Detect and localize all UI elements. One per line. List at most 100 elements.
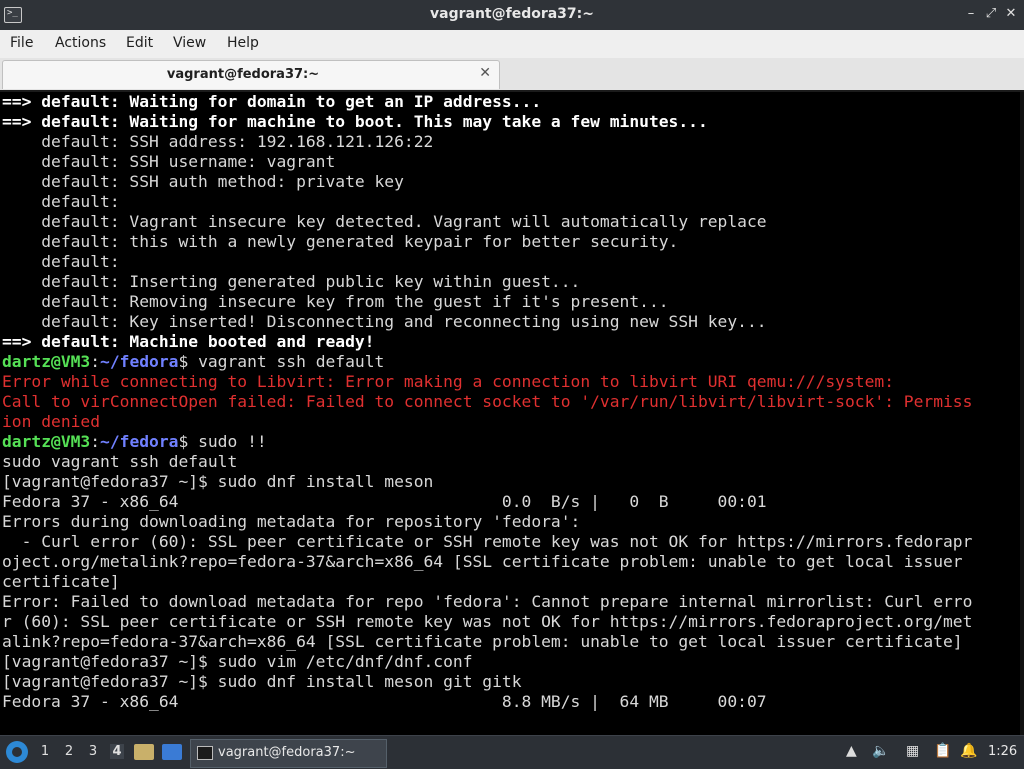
clock: 1:26 [988,744,1018,759]
terminal-text: Fedora 37 - x86_64 0.0 B/s | 0 B 00:01 [2,492,767,511]
terminal-line: ion denied [2,412,972,432]
taskbar: 1 2 3 4 vagrant@fedora37:~ ▲ 🔈 ▦ 📋 🔔 1:2… [0,735,1024,769]
terminal-text: [vagrant@fedora37 ~]$ sudo vim /etc/dnf/… [2,652,473,671]
taskbar-task-terminal[interactable]: vagrant@fedora37:~ [190,739,387,768]
menu-file[interactable]: File [10,35,33,51]
terminal-line: default: SSH username: vagrant [2,152,972,172]
start-menu-icon[interactable] [6,741,28,763]
terminal-text: oject.org/metalink?repo=fedora-37&arch=x… [2,552,963,571]
notification-icon[interactable]: 🔔 [960,743,977,759]
terminal-line: Error: Failed to download metadata for r… [2,592,972,612]
menu-edit[interactable]: Edit [126,35,153,51]
terminal-text: Errors during downloading metadata for r… [2,512,581,531]
terminal-line: default: SSH auth method: private key [2,172,972,192]
terminal-text: ion denied [2,412,101,431]
volume-icon[interactable]: 🔈 [872,743,889,759]
terminal-text: default: Key inserted! Disconnecting and… [2,312,767,331]
terminal-line: default: [2,192,972,212]
terminal-text: default: SSH username: vagrant [2,152,336,171]
terminal-line: Fedora 37 - x86_64 8.8 MB/s | 64 MB 00:0… [2,692,972,712]
terminal-line: dartz@VM3:~/fedora$ sudo !! [2,432,972,452]
terminal-line: default: [2,252,972,272]
terminal-line: alink?repo=fedora-37&arch=x86_64 [SSL ce… [2,632,972,652]
terminal-text: default: SSH auth method: private key [2,172,404,191]
terminal-line: certificate] [2,572,972,592]
tab-label: vagrant@fedora37:~ [166,67,320,82]
workspace-3[interactable]: 3 [86,744,100,759]
close-icon[interactable]: ✕ [1002,5,1020,23]
terminal-line: Errors during downloading metadata for r… [2,512,972,532]
terminal-line: Call to virConnectOpen failed: Failed to… [2,392,972,412]
terminal-text: default: SSH address: 192.168.121.126:22 [2,132,434,151]
clipboard-icon[interactable]: 📋 [934,743,951,759]
terminal-text: default: this with a newly generated key… [2,232,679,251]
terminal-text: ~/fedora [100,352,179,371]
terminal-text: Error: Failed to download metadata for r… [2,592,973,611]
menu-actions[interactable]: Actions [55,35,106,51]
terminal-line: default: Removing insecure key from the … [2,292,972,312]
terminal-text: certificate] [2,572,120,591]
workspace-2[interactable]: 2 [62,744,76,759]
terminal-line: ==> default: Machine booted and ready! [2,332,972,352]
terminal-text: Call to virConnectOpen failed: Failed to… [2,392,973,411]
workspace-4[interactable]: 4 [110,744,124,759]
terminal-line: dartz@VM3:~/fedora$ vagrant ssh default [2,352,972,372]
maximize-icon[interactable]: ⤢ [982,5,1000,23]
file-manager-icon[interactable] [134,744,154,760]
terminal-line: ==> default: Waiting for domain to get a… [2,92,972,112]
terminal-text: ==> default: Waiting for machine to boot… [2,112,708,131]
terminal-line: [vagrant@fedora37 ~]$ sudo dnf install m… [2,672,972,692]
terminal-text: : [90,352,101,371]
tab-bar: vagrant@fedora37:~ ✕ [0,58,1024,90]
terminal-text: r (60): SSL peer certificate or SSH remo… [2,612,973,631]
workspace-1[interactable]: 1 [38,744,52,759]
terminal-cursor-line [2,712,972,732]
terminal-line: default: Inserting generated public key … [2,272,972,292]
tab-terminal[interactable]: vagrant@fedora37:~ ✕ [2,60,500,89]
terminal-line: Error while connecting to Libvirt: Error… [2,372,972,392]
terminal-line: r (60): SSL peer certificate or SSH remo… [2,612,972,632]
terminal-text: : [90,432,101,451]
terminal-text: Fedora 37 - x86_64 8.8 MB/s | 64 MB 00:0… [2,692,767,711]
terminal-text: sudo vagrant ssh default [2,452,238,471]
terminal-text: - Curl error (60): SSL peer certificate … [2,532,973,551]
terminal-text: Error while connecting to Libvirt: Error… [2,372,894,391]
terminal-line: ==> default: Waiting for machine to boot… [2,112,972,132]
terminal-scrollbar[interactable] [1020,92,1024,735]
window-titlebar[interactable]: >_ vagrant@fedora37:~ – ⤢ ✕ [0,0,1024,30]
terminal-text: default: Vagrant insecure key detected. … [2,212,767,231]
desktop-icon[interactable] [162,744,182,760]
terminal-text: dartz@VM3 [2,432,91,451]
window-title: vagrant@fedora37:~ [430,6,594,22]
terminal-text: ==> default: Waiting for domain to get a… [2,92,542,111]
task-label: vagrant@fedora37:~ [218,745,356,760]
menu-bar: File Actions Edit View Help [0,30,1024,59]
terminal-text: default: Inserting generated public key … [2,272,581,291]
terminal-text: ==> default: Machine booted and ready! [2,332,375,351]
network-icon[interactable]: ▦ [906,743,919,759]
terminal-text: alink?repo=fedora-37&arch=x86_64 [SSL ce… [2,632,963,651]
menu-help[interactable]: Help [227,35,259,51]
terminal-text: dartz@VM3 [2,352,91,371]
terminal-line: Fedora 37 - x86_64 0.0 B/s | 0 B 00:01 [2,492,972,512]
terminal-text: default: Removing insecure key from the … [2,292,669,311]
terminal-text: [vagrant@fedora37 ~]$ sudo dnf install m… [2,472,434,491]
terminal-text: $ vagrant ssh default [178,352,385,371]
terminal-text: ~/fedora [100,432,179,451]
tab-close-icon[interactable]: ✕ [479,65,491,81]
upload-icon[interactable]: ▲ [846,743,857,759]
terminal-line: sudo vagrant ssh default [2,452,972,472]
terminal-line: default: this with a newly generated key… [2,232,972,252]
terminal-output[interactable]: ==> default: Waiting for domain to get a… [0,92,1024,735]
terminal-line: default: Vagrant insecure key detected. … [2,212,972,232]
terminal-icon [197,746,213,760]
terminal-line: default: SSH address: 192.168.121.126:22 [2,132,972,152]
terminal-text: default: [2,192,120,211]
terminal-text: $ sudo !! [178,432,267,451]
terminal-lines: ==> default: Waiting for domain to get a… [2,92,972,732]
terminal-line: oject.org/metalink?repo=fedora-37&arch=x… [2,552,972,572]
terminal-line: [vagrant@fedora37 ~]$ sudo vim /etc/dnf/… [2,652,972,672]
minimize-icon[interactable]: – [962,5,980,23]
menu-view[interactable]: View [173,35,206,51]
terminal-line: default: Key inserted! Disconnecting and… [2,312,972,332]
